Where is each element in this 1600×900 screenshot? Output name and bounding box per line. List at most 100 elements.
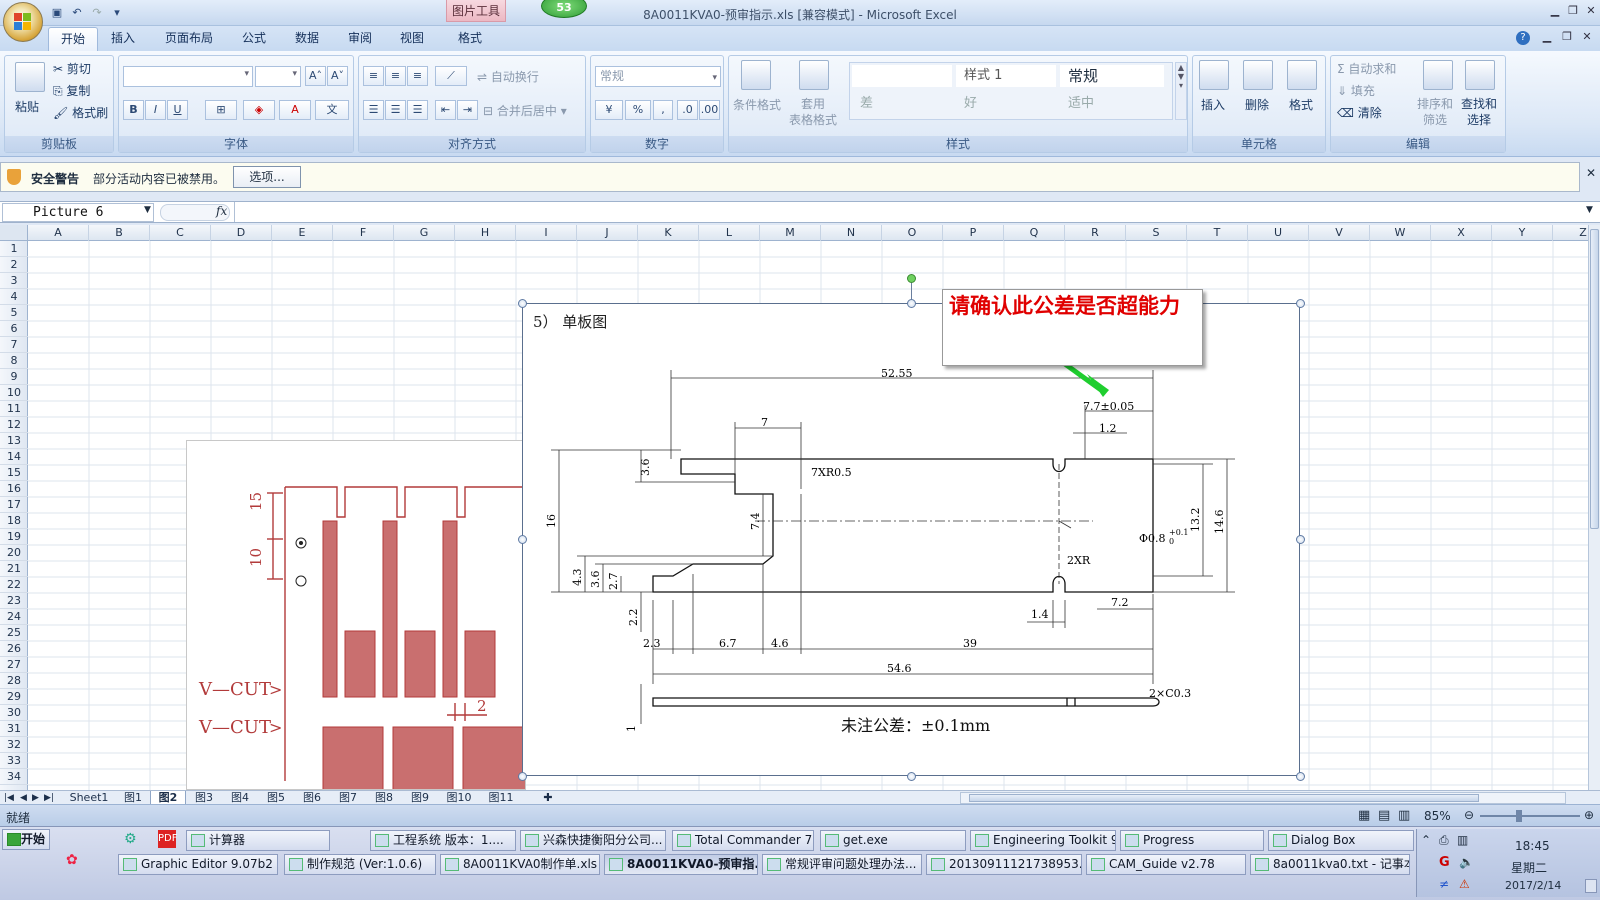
row-header[interactable]: 31 bbox=[0, 721, 28, 737]
sheet-tab[interactable]: 图2 bbox=[150, 791, 186, 805]
vertical-scroll-thumb[interactable] bbox=[1590, 229, 1599, 529]
taskbar-button[interactable]: CAM_Guide v2.78 bbox=[1086, 854, 1246, 875]
row-header[interactable]: 2 bbox=[0, 257, 28, 273]
clear-button[interactable]: ⌫ 清除 bbox=[1337, 104, 1382, 121]
tray-device-icon[interactable]: ⎙ bbox=[1439, 833, 1449, 848]
taskbar-button[interactable]: 8A0011KVA0制作单.xls ... bbox=[440, 854, 600, 875]
tab-formulas[interactable]: 公式 bbox=[230, 27, 278, 51]
format-cells-icon[interactable] bbox=[1287, 60, 1317, 90]
column-header[interactable]: H bbox=[455, 225, 516, 241]
decrease-decimal-icon[interactable]: .00 bbox=[699, 100, 720, 120]
sheet-tab[interactable]: 图8 bbox=[366, 791, 402, 805]
column-header[interactable]: Q bbox=[1004, 225, 1065, 241]
style-bad[interactable]: 差 bbox=[852, 93, 952, 115]
minimize-icon[interactable]: ▁ bbox=[1548, 4, 1562, 18]
taskbar-button[interactable]: Graphic Editor 9.07b2 (0... bbox=[118, 854, 278, 875]
formula-input[interactable] bbox=[234, 202, 1584, 222]
column-header[interactable]: J bbox=[577, 225, 638, 241]
sheet-tab[interactable]: 图11 bbox=[480, 791, 522, 805]
row-header[interactable]: 30 bbox=[0, 705, 28, 721]
pdf-launch-icon[interactable]: PDF bbox=[158, 830, 177, 848]
paste-icon[interactable] bbox=[15, 62, 45, 92]
taskbar-button[interactable]: Progress bbox=[1120, 830, 1264, 851]
align-left-icon[interactable]: ☰ bbox=[363, 100, 384, 120]
style-good[interactable]: 好 bbox=[956, 93, 1056, 115]
italic-button[interactable]: I bbox=[145, 100, 166, 120]
show-desktop-button[interactable] bbox=[1585, 879, 1597, 893]
delete-cells-button[interactable]: 删除 bbox=[1245, 96, 1269, 113]
column-header[interactable]: S bbox=[1126, 225, 1187, 241]
column-header[interactable]: E bbox=[272, 225, 333, 241]
row-header[interactable]: 29 bbox=[0, 689, 28, 705]
row-header[interactable]: 1 bbox=[0, 241, 28, 257]
resize-handle-w[interactable] bbox=[518, 535, 527, 544]
shrink-font-button[interactable]: A˅ bbox=[327, 66, 348, 86]
taskbar-button[interactable]: 制作规范 (Ver:1.0.6) bbox=[284, 854, 436, 875]
row-header[interactable]: 18 bbox=[0, 513, 28, 529]
tray-antivirus-icon[interactable]: ⚠ bbox=[1459, 877, 1470, 891]
sheet-tab[interactable]: 图10 bbox=[438, 791, 480, 805]
font-name-combo[interactable] bbox=[123, 66, 253, 87]
tab-format[interactable]: 格式 bbox=[446, 27, 494, 51]
phonetic-icon[interactable]: 文 bbox=[315, 100, 349, 120]
taskbar-button[interactable]: 计算器 bbox=[186, 830, 330, 851]
row-header[interactable]: 26 bbox=[0, 641, 28, 657]
taskbar-button[interactable]: 20130911121738953.rtf... bbox=[926, 854, 1082, 875]
background-drawing-picture[interactable]: 15 10 V—CUT V—CUT > > 2 bbox=[186, 440, 526, 790]
increase-decimal-icon[interactable]: .0 bbox=[677, 100, 698, 120]
sheet-tab[interactable]: 图1 bbox=[116, 791, 150, 805]
style-normal[interactable]: 常规 bbox=[1060, 65, 1164, 87]
column-header[interactable]: K bbox=[638, 225, 699, 241]
horizontal-scroll-thumb[interactable] bbox=[969, 794, 1479, 802]
taskbar-button[interactable]: 常规评审问题处理办法... bbox=[762, 854, 922, 875]
column-header[interactable]: I bbox=[516, 225, 577, 241]
name-box-dropdown-icon[interactable]: ▼ bbox=[144, 205, 151, 215]
delete-cells-icon[interactable] bbox=[1243, 60, 1273, 90]
tab-view[interactable]: 视图 bbox=[388, 27, 436, 51]
column-header[interactable]: X bbox=[1431, 225, 1492, 241]
number-format-combo[interactable]: 常规 bbox=[595, 66, 721, 88]
workbook-minimize-icon[interactable]: ▁ bbox=[1540, 30, 1554, 44]
align-middle-icon[interactable]: ≡ bbox=[385, 66, 406, 86]
comma-button[interactable]: , bbox=[653, 100, 673, 120]
column-header[interactable]: P bbox=[943, 225, 1004, 241]
column-header[interactable]: R bbox=[1065, 225, 1126, 241]
row-header[interactable]: 17 bbox=[0, 497, 28, 513]
row-header[interactable]: 20 bbox=[0, 545, 28, 561]
sheet-tab[interactable]: 图6 bbox=[294, 791, 330, 805]
security-options-button[interactable]: 选项... bbox=[233, 166, 301, 188]
row-header[interactable]: 23 bbox=[0, 593, 28, 609]
orientation-icon[interactable]: ⟋ bbox=[435, 66, 467, 86]
row-header[interactable]: 6 bbox=[0, 321, 28, 337]
zoom-level[interactable]: 85% bbox=[1424, 809, 1451, 823]
workbook-restore-icon[interactable]: ❐ bbox=[1560, 30, 1574, 44]
restore-icon[interactable]: ❐ bbox=[1566, 4, 1580, 18]
security-close-icon[interactable]: ✕ bbox=[1586, 166, 1596, 180]
table-format-button[interactable]: 套用 表格格式 bbox=[789, 96, 837, 128]
format-painter-button[interactable]: 🖌 格式刷 bbox=[53, 104, 108, 121]
row-header[interactable]: 10 bbox=[0, 385, 28, 401]
column-header[interactable]: L bbox=[699, 225, 760, 241]
sheet-tab[interactable]: Sheet1 bbox=[62, 791, 116, 805]
tray-volume-icon[interactable]: 🔈 bbox=[1459, 855, 1474, 869]
taskbar-button[interactable]: 兴森快捷衡阳分公司... bbox=[520, 830, 666, 851]
find-select-button[interactable]: 查找和 选择 bbox=[1461, 96, 1497, 128]
row-header[interactable]: 19 bbox=[0, 529, 28, 545]
styles-gallery-scroll[interactable]: ▲ ▼ ▾ bbox=[1175, 62, 1187, 120]
row-header[interactable]: 24 bbox=[0, 609, 28, 625]
row-header[interactable]: 9 bbox=[0, 369, 28, 385]
align-center-icon[interactable]: ☰ bbox=[385, 100, 406, 120]
font-size-combo[interactable] bbox=[255, 66, 301, 87]
tab-home[interactable]: 开始 bbox=[48, 27, 99, 51]
style-blank[interactable] bbox=[852, 65, 952, 87]
fill-button[interactable]: ⇓ 填充 bbox=[1337, 82, 1375, 99]
taskbar-button[interactable]: 8a0011kva0.txt - 记事本 bbox=[1250, 854, 1410, 875]
rotate-handle[interactable] bbox=[907, 274, 916, 283]
normal-view-icon[interactable]: ▦ bbox=[1358, 808, 1370, 823]
row-header[interactable]: 28 bbox=[0, 673, 28, 689]
column-header[interactable]: Y bbox=[1492, 225, 1553, 241]
decrease-indent-icon[interactable]: ⇤ bbox=[435, 100, 456, 120]
sheet-nav-first-icon[interactable]: |◀ bbox=[4, 791, 14, 805]
zoom-in-icon[interactable]: ⊕ bbox=[1584, 808, 1594, 822]
taskbar-button[interactable]: get.exe bbox=[820, 830, 966, 851]
